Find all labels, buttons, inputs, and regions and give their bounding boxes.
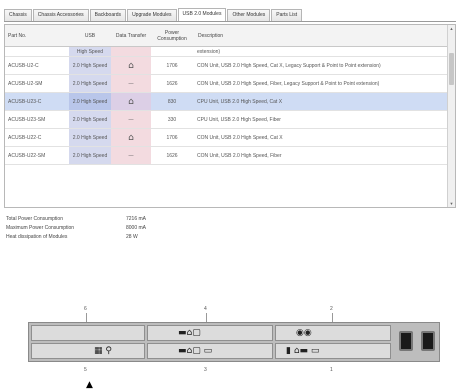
data-transfer-cell: — bbox=[111, 75, 151, 92]
power-cell: 330 bbox=[167, 116, 177, 123]
summary-value: 7216 mA bbox=[126, 216, 147, 222]
summary-label: Maximum Power Consumption bbox=[6, 225, 75, 231]
table-row[interactable]: ACUSB-U23-C 2.0 High Speed ⌂ 830 CPU Unit, U… bbox=[5, 93, 447, 111]
module-slot-5[interactable]: ▦ ⚲ bbox=[31, 343, 145, 359]
table-header: Part No. USB Data Transfer Power Consump… bbox=[5, 25, 447, 47]
data-transfer-cell: — bbox=[111, 111, 151, 128]
power-socket-icon bbox=[421, 331, 435, 351]
table-row[interactable]: ACUSB-U22-SM 2.0 High Speed — 1626 CON Unit,… bbox=[5, 147, 447, 165]
callout-line bbox=[332, 313, 333, 322]
part-no-cell: ACUSB-U23-SM bbox=[8, 116, 46, 123]
description-cell: CPU Unit, USB 2.0 High Speed, Fiber bbox=[197, 116, 281, 123]
callout-label: 1 bbox=[330, 367, 333, 373]
table-row-partial[interactable]: High Speed extension) bbox=[5, 47, 447, 57]
usb-cell: 2.0 High Speed bbox=[69, 93, 111, 110]
usb-cell: High Speed bbox=[69, 47, 111, 56]
module-slot-empty[interactable] bbox=[31, 325, 145, 341]
data-transfer-cell: ⌂ bbox=[111, 93, 151, 110]
power-cell: 830 bbox=[167, 98, 177, 105]
audio-port-icon: ◉◉ bbox=[296, 328, 312, 338]
scroll-up-arrow-icon[interactable]: ▲ bbox=[448, 25, 455, 32]
module-slot-2[interactable]: ◉◉ bbox=[275, 325, 391, 341]
part-no-cell: ACUSB-U23-C bbox=[8, 98, 42, 105]
power-cell: 1706 bbox=[166, 134, 178, 141]
callout-label: 6 bbox=[84, 306, 87, 312]
data-transfer-cell: ⌂ bbox=[111, 129, 151, 146]
tab-chassis[interactable]: Chassis bbox=[4, 9, 32, 21]
usb-cell: 2.0 High Speed bbox=[69, 147, 111, 164]
callout-line bbox=[206, 313, 207, 322]
callout-label: 5 bbox=[84, 367, 87, 373]
tab-chassis-accessories[interactable]: Chassis Accessories bbox=[32, 9, 89, 21]
network-port-icon: ▮ ⌂▬ ▭ bbox=[286, 346, 320, 356]
header-usb[interactable]: USB bbox=[69, 25, 111, 47]
callout-label: 4 bbox=[204, 306, 207, 312]
header-part-no[interactable]: Part No. bbox=[5, 25, 67, 47]
part-no-cell: ACUSB-U2-SM bbox=[8, 80, 43, 87]
data-transfer-cell: — bbox=[111, 147, 151, 164]
usb-cell: 2.0 High Speed bbox=[69, 57, 111, 74]
summary-label: Total Power Consumption bbox=[6, 216, 63, 222]
table-row[interactable]: ACUSB-U2-SM 2.0 High Speed — 1626 CON Unit, … bbox=[5, 75, 447, 93]
tab-backboards[interactable]: Backboards bbox=[89, 9, 127, 21]
chassis-diagram: 6 4 2 ▦ ⚲ ▬⌂▢ ▬⌂▢ ▭ ◉◉ ▮ ⌂▬ ▭ bbox=[28, 306, 440, 362]
module-slot-1[interactable]: ▮ ⌂▬ ▭ bbox=[275, 343, 391, 359]
part-no-cell: ACUSB-U22-SM bbox=[8, 152, 46, 159]
data-transfer-cell bbox=[111, 47, 151, 56]
tab-upgrade-modules[interactable]: Upgrade Modules bbox=[127, 9, 177, 21]
description-cell: CPU Unit, USB 2.0 High Speed, Cat X bbox=[197, 98, 283, 105]
scrollbar-thumb[interactable] bbox=[449, 53, 454, 85]
table-row[interactable]: ACUSB-U23-SM 2.0 High Speed — 330 CPU Unit, … bbox=[5, 111, 447, 129]
part-no-cell: ACUSB-U2-C bbox=[8, 62, 39, 69]
description-cell: extension) bbox=[197, 48, 221, 55]
power-cell: 1706 bbox=[166, 62, 178, 69]
part-no-cell: ACUSB-U22-C bbox=[8, 134, 42, 141]
cart-icon: ⌂ bbox=[128, 96, 134, 107]
power-cell: 1626 bbox=[166, 152, 178, 159]
summary-max-power: Maximum Power Consumption 8000 mA bbox=[6, 225, 166, 234]
tab-usb-modules[interactable]: USB 2.0 Modules bbox=[177, 8, 227, 21]
cart-icon: ⌂ bbox=[128, 132, 134, 143]
callout-line bbox=[86, 313, 87, 322]
description-cell: CON Unit, USB 2.0 High Speed, Cat X, Leg… bbox=[197, 62, 381, 69]
power-summary: Total Power Consumption 7216 mA Maximum … bbox=[6, 216, 166, 243]
power-socket-icon bbox=[399, 331, 413, 351]
usb-port-icon: ▦ ⚲ bbox=[94, 346, 112, 356]
network-port-icon: ▬⌂▢ ▭ bbox=[178, 346, 213, 356]
modules-table: Part No. USB Data Transfer Power Consump… bbox=[4, 24, 456, 208]
vertical-scrollbar[interactable]: ▲ ▼ bbox=[447, 25, 455, 207]
usb-cell: 2.0 High Speed bbox=[69, 75, 111, 92]
cart-icon: ⌂ bbox=[128, 60, 134, 71]
module-tabs: Chassis Chassis Accessories Backboards U… bbox=[4, 8, 456, 22]
callout-label: 2 bbox=[330, 306, 333, 312]
data-transfer-cell: ⌂ bbox=[111, 57, 151, 74]
header-power[interactable]: Power Consumption bbox=[153, 25, 191, 47]
usb-cell: 2.0 High Speed bbox=[69, 111, 111, 128]
description-cell: CON Unit, USB 2.0 High Speed, Fiber bbox=[197, 152, 282, 159]
scroll-down-arrow-icon[interactable]: ▼ bbox=[448, 200, 455, 207]
callout-label: 3 bbox=[204, 367, 207, 373]
usb-cell: 2.0 High Speed bbox=[69, 129, 111, 146]
table-row[interactable]: ACUSB-U2-C 2.0 High Speed ⌂ 1706 CON Unit, U… bbox=[5, 57, 447, 75]
tab-other-modules[interactable]: Other Modules bbox=[227, 9, 271, 21]
summary-label: Heat dissipation of Modules bbox=[6, 234, 68, 240]
summary-heat: Heat dissipation of Modules 28 W bbox=[6, 234, 166, 243]
tab-parts-list[interactable]: Parts List bbox=[271, 9, 303, 21]
summary-value: 8000 mA bbox=[126, 225, 147, 231]
table-row[interactable]: ACUSB-U22-C 2.0 High Speed ⌂ 1706 CON Unit, … bbox=[5, 129, 447, 147]
summary-value: 28 W bbox=[126, 234, 138, 240]
chassis-rear-panel: ▦ ⚲ ▬⌂▢ ▬⌂▢ ▭ ◉◉ ▮ ⌂▬ ▭ bbox=[28, 322, 440, 362]
description-cell: CON Unit, USB 2.0 High Speed, Fiber, Leg… bbox=[197, 80, 380, 87]
network-port-icon: ▬⌂▢ bbox=[178, 328, 201, 338]
header-description[interactable]: Description bbox=[195, 25, 445, 47]
module-slot-4[interactable]: ▬⌂▢ bbox=[147, 325, 273, 341]
description-cell: CON Unit, USB 2.0 High Speed, Cat X bbox=[197, 134, 283, 141]
module-slot-3[interactable]: ▬⌂▢ ▭ bbox=[147, 343, 273, 359]
power-cell: 1626 bbox=[166, 80, 178, 87]
summary-total-power: Total Power Consumption 7216 mA bbox=[6, 216, 166, 225]
header-data-transfer[interactable]: Data Transfer bbox=[111, 25, 151, 47]
